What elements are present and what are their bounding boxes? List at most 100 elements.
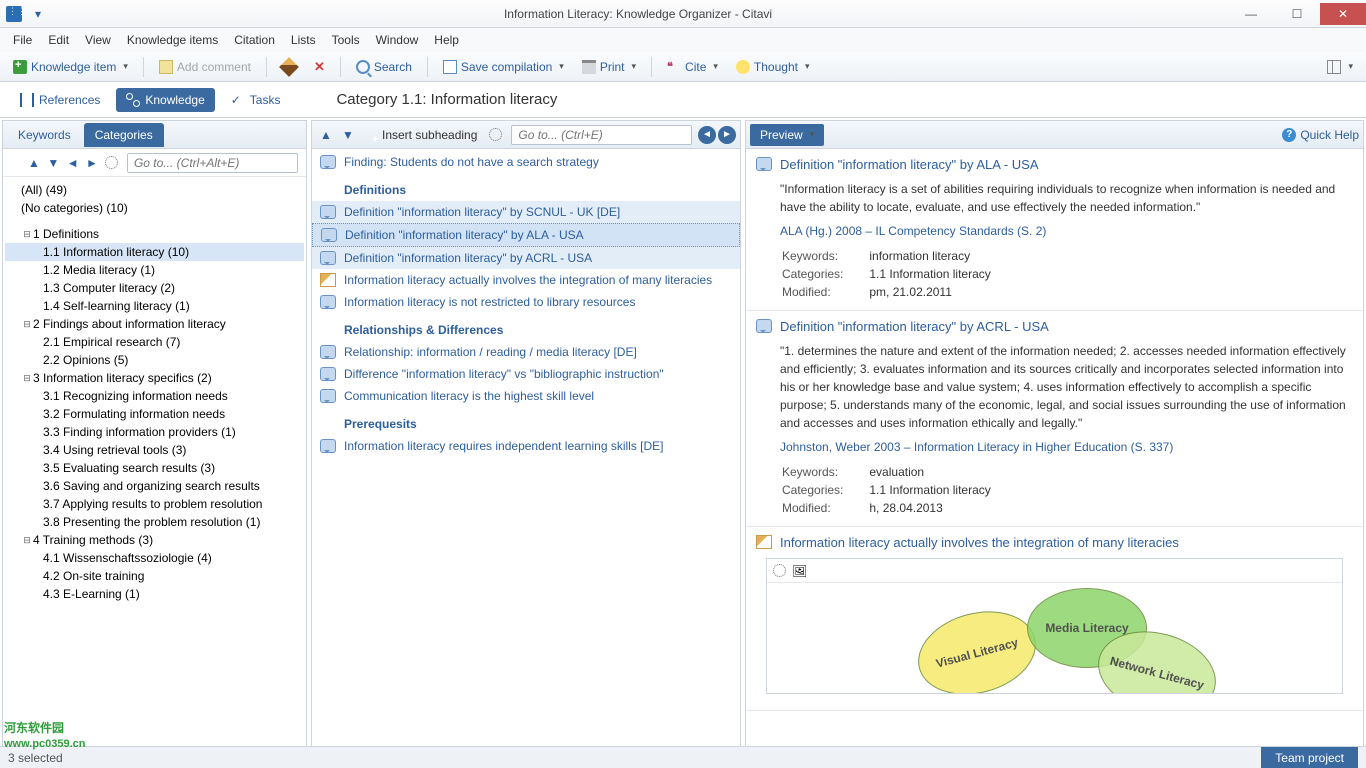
search-icon: [356, 60, 370, 74]
preview-title[interactable]: Definition "information literacy" by ACR…: [780, 319, 1049, 334]
menu-window[interactable]: Window: [369, 31, 426, 49]
tree-item[interactable]: 1.4 Self-learning literacy (1): [5, 297, 304, 315]
nav-back-button[interactable]: ◄: [698, 126, 716, 144]
tree-twisty-icon[interactable]: ⊟: [21, 535, 33, 546]
tree-item[interactable]: 2.2 Opinions (5): [5, 351, 304, 369]
menu-knowledge-items[interactable]: Knowledge items: [120, 31, 225, 49]
add-comment-button[interactable]: Add comment: [152, 57, 258, 77]
tree-item[interactable]: 1.2 Media literacy (1): [5, 261, 304, 279]
knowledge-item-button[interactable]: Knowledge item: [6, 57, 135, 77]
list-item[interactable]: Relationship: information / reading / me…: [312, 341, 740, 363]
delete-icon: ✕: [314, 59, 325, 75]
nav-back-button[interactable]: ◄: [65, 153, 80, 173]
list-item[interactable]: Information literacy is not restricted t…: [312, 291, 740, 313]
menu-file[interactable]: File: [6, 31, 39, 49]
nav-forward-button[interactable]: ►: [84, 153, 99, 173]
preview-title[interactable]: Definition "information literacy" by ALA…: [780, 157, 1039, 172]
preview-citation-link[interactable]: ALA (Hg.) 2008 – IL Competency Standards…: [780, 224, 1353, 238]
tree-label: 4.3 E-Learning (1): [43, 587, 140, 601]
settings-button[interactable]: [485, 125, 505, 145]
left-toolbar: ▲ ▼ ◄ ►: [3, 149, 306, 177]
tree-label: 1 Definitions: [33, 227, 99, 241]
menu-help[interactable]: Help: [427, 31, 466, 49]
tree-label: 2 Findings about information literacy: [33, 317, 226, 331]
tree-item[interactable]: ⊟2 Findings about information literacy: [5, 315, 304, 333]
tree-item[interactable]: 4.3 E-Learning (1): [5, 585, 304, 603]
add-category-button[interactable]: [7, 153, 22, 173]
highlight-button[interactable]: [275, 57, 303, 77]
quick-help-button[interactable]: ?Quick Help: [1282, 128, 1359, 142]
tab-references[interactable]: References: [10, 88, 110, 112]
tree-item[interactable]: 4.1 Wissenschaftssoziologie (4): [5, 549, 304, 567]
close-button[interactable]: ✕: [1320, 3, 1366, 25]
menu-tools[interactable]: Tools: [325, 31, 367, 49]
list-item[interactable]: Definition "information literacy" by ALA…: [312, 223, 740, 247]
tree-item[interactable]: 3.6 Saving and organizing search results: [5, 477, 304, 495]
goto-input[interactable]: [511, 125, 692, 145]
tree-item[interactable]: 3.7 Applying results to problem resoluti…: [5, 495, 304, 513]
tab-keywords[interactable]: Keywords: [7, 123, 82, 147]
list-item[interactable]: Definition "information literacy" by SCN…: [312, 201, 740, 223]
tree-item[interactable]: ⊟1 Definitions: [5, 225, 304, 243]
team-project-button[interactable]: Team project: [1261, 747, 1358, 768]
preview-button[interactable]: Preview: [750, 124, 824, 146]
tree-item[interactable]: 3.1 Recognizing information needs: [5, 387, 304, 405]
menu-lists[interactable]: Lists: [284, 31, 323, 49]
list-item[interactable]: Communication literacy is the highest sk…: [312, 385, 740, 407]
tree-item[interactable]: 4.2 On-site training: [5, 567, 304, 585]
tree-nocat[interactable]: (No categories) (10): [5, 199, 304, 217]
item-label: Finding: Students do not have a search s…: [344, 155, 599, 169]
insert-subheading-button[interactable]: [360, 125, 380, 145]
search-button[interactable]: Search: [349, 57, 419, 77]
move-up-button[interactable]: ▲: [316, 125, 336, 145]
minimize-button[interactable]: —: [1228, 3, 1274, 25]
list-item[interactable]: Information literacy requires independen…: [312, 435, 740, 457]
tree-item[interactable]: 3.8 Presenting the problem resolution (1…: [5, 513, 304, 531]
insert-subheading-label[interactable]: Insert subheading: [382, 128, 477, 142]
tree-item[interactable]: ⊟3 Information literacy specifics (2): [5, 369, 304, 387]
list-item[interactable]: Definition "information literacy" by ACR…: [312, 247, 740, 269]
thought-button[interactable]: Thought: [729, 57, 817, 77]
move-down-button[interactable]: ▼: [338, 125, 358, 145]
tree-item[interactable]: 3.5 Evaluating search results (3): [5, 459, 304, 477]
menu-edit[interactable]: Edit: [41, 31, 76, 49]
menu-citation[interactable]: Citation: [227, 31, 282, 49]
preview-title[interactable]: Information literacy actually involves t…: [780, 535, 1179, 550]
nav-forward-button[interactable]: ►: [718, 126, 736, 144]
tree-twisty-icon[interactable]: ⊟: [21, 319, 33, 330]
tab-knowledge[interactable]: Knowledge: [116, 88, 214, 112]
tree-item[interactable]: ⊟4 Training methods (3): [5, 531, 304, 549]
list-item[interactable]: Information literacy actually involves t…: [312, 269, 740, 291]
tree-item[interactable]: 1.3 Computer literacy (2): [5, 279, 304, 297]
goto-input[interactable]: [127, 153, 298, 173]
tree-twisty-icon[interactable]: ⊟: [21, 373, 33, 384]
tree-item[interactable]: 3.2 Formulating information needs: [5, 405, 304, 423]
delete-button[interactable]: ✕: [307, 56, 332, 78]
tree-item[interactable]: 3.3 Finding information providers (1): [5, 423, 304, 441]
preview-content: Definition "information literacy" by ALA…: [746, 149, 1363, 763]
tree-label: 1.3 Computer literacy (2): [43, 281, 175, 295]
tab-tasks[interactable]: Tasks: [221, 88, 291, 112]
tree-label: 3.5 Evaluating search results (3): [43, 461, 215, 475]
tree-item[interactable]: 1.1 Information literacy (10): [5, 243, 304, 261]
save-compilation-button[interactable]: Save compilation: [436, 57, 571, 77]
tree-twisty-icon[interactable]: ⊟: [21, 229, 33, 240]
settings-button[interactable]: [104, 153, 119, 173]
tree-all[interactable]: (All) (49): [5, 181, 304, 199]
image-icon[interactable]: 🖼: [792, 564, 807, 578]
titlebar-dropdown-icon[interactable]: ▾: [28, 4, 48, 24]
tree-item[interactable]: 3.4 Using retrieval tools (3): [5, 441, 304, 459]
cite-button[interactable]: ❝Cite: [660, 57, 725, 77]
tree-item[interactable]: 2.1 Empirical research (7): [5, 333, 304, 351]
move-down-button[interactable]: ▼: [46, 153, 61, 173]
list-item[interactable]: Difference "information literacy" vs "bi…: [312, 363, 740, 385]
gear-icon[interactable]: [773, 564, 786, 577]
print-button[interactable]: Print: [575, 57, 643, 77]
list-item[interactable]: Finding: Students do not have a search s…: [312, 151, 740, 173]
layout-panes-button[interactable]: [1320, 57, 1360, 77]
tab-categories[interactable]: Categories: [84, 123, 164, 147]
menu-view[interactable]: View: [78, 31, 118, 49]
preview-citation-link[interactable]: Johnston, Weber 2003 – Information Liter…: [780, 440, 1353, 454]
maximize-button[interactable]: ☐: [1274, 3, 1320, 25]
move-up-button[interactable]: ▲: [26, 153, 41, 173]
